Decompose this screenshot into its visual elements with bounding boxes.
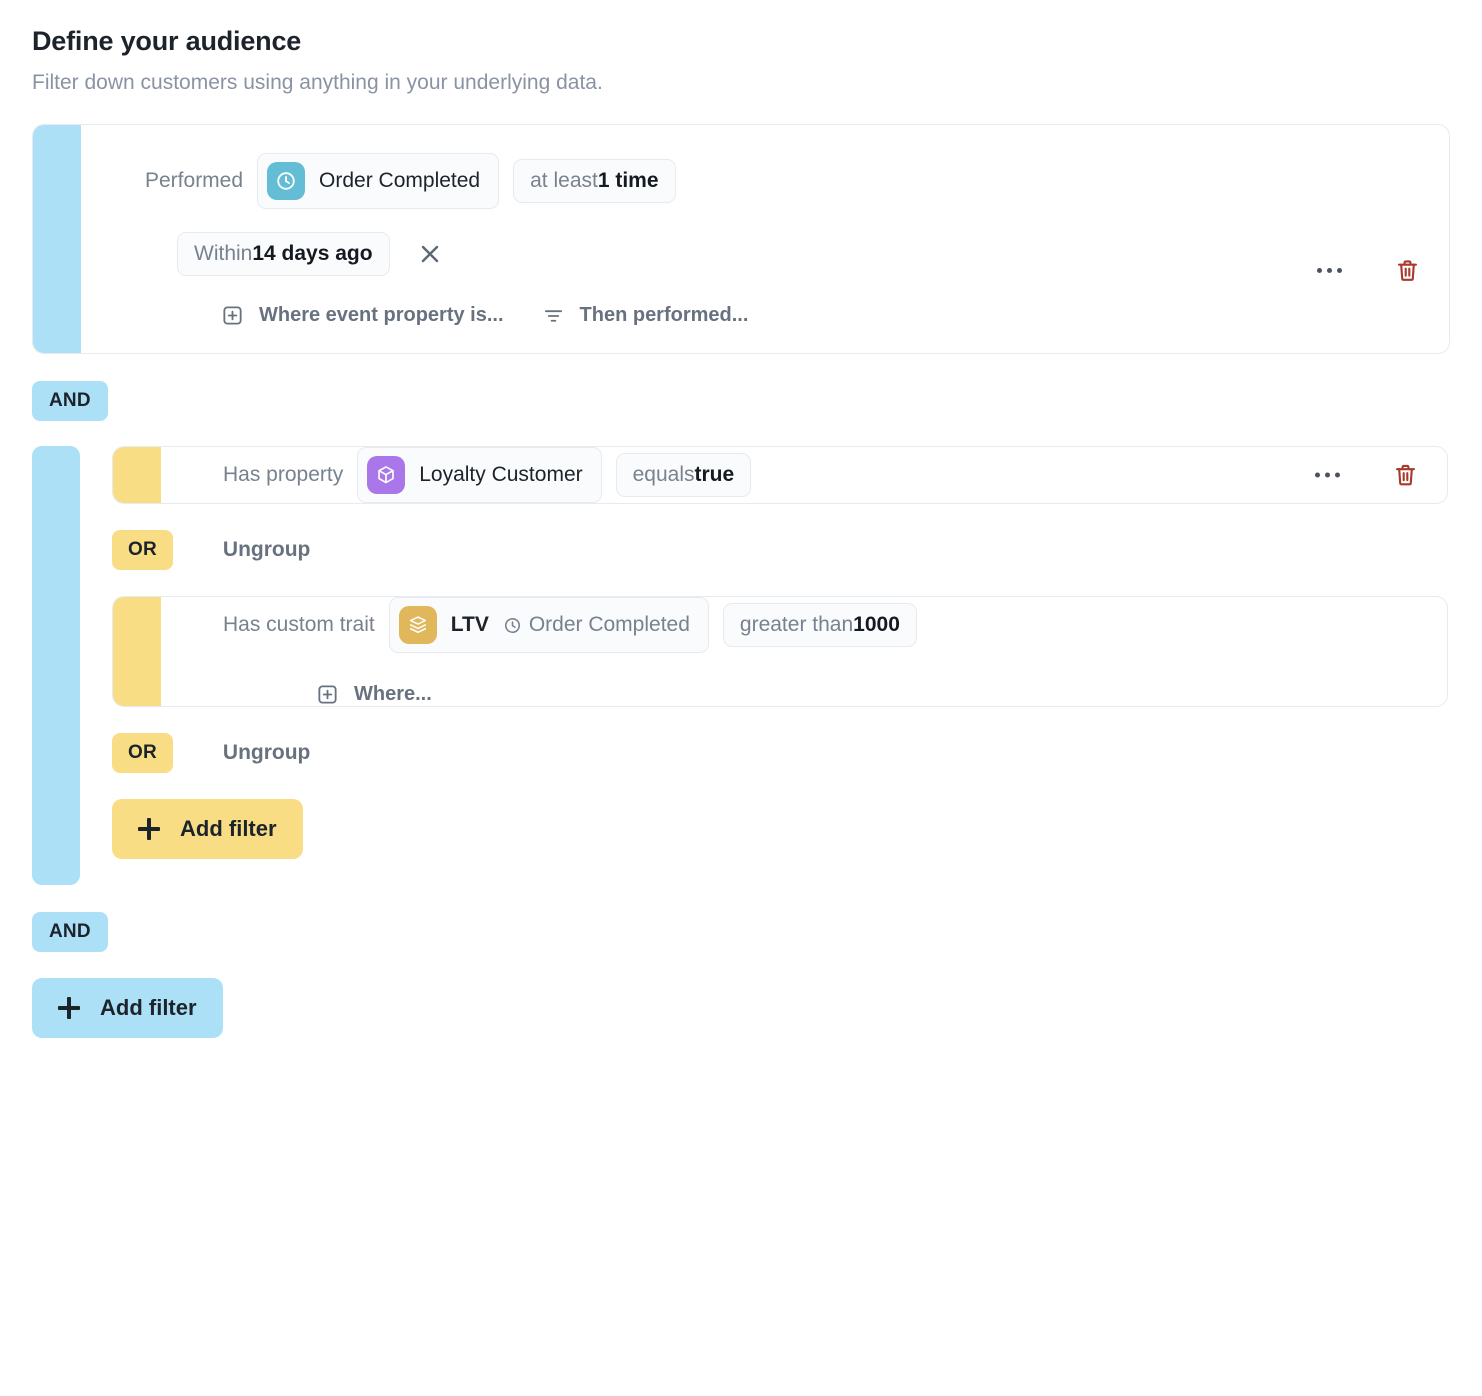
add-filter-label: Add filter bbox=[100, 995, 197, 1021]
ungroup-action-2[interactable]: Ungroup bbox=[223, 741, 310, 765]
event-selector-pill[interactable]: Order Completed bbox=[257, 153, 499, 209]
filter-group-inner: Has property Loyalty Customer bbox=[80, 446, 1450, 885]
filter-card-body: Has custom trait LTV bbox=[161, 597, 1447, 706]
filter-rail-yellow bbox=[113, 597, 161, 706]
where-action[interactable]: Where... bbox=[316, 683, 432, 706]
performed-row-controls bbox=[1317, 257, 1421, 284]
trait-source: Order Completed bbox=[503, 613, 690, 637]
page-subtitle: Filter down customers using anything in … bbox=[32, 70, 1482, 96]
group-add-filter-wrap: Add filter bbox=[112, 799, 1450, 859]
filter-card-has-custom-trait: Has custom trait LTV bbox=[112, 596, 1448, 707]
property-operator-prefix: equals bbox=[633, 463, 695, 487]
filter-group: Has property Loyalty Customer bbox=[32, 446, 1450, 885]
connector-or-1: OR Ungroup bbox=[112, 530, 1450, 570]
trait-name: LTV bbox=[451, 613, 489, 637]
or-badge[interactable]: OR bbox=[112, 733, 173, 773]
timeframe-row: Within 14 days ago bbox=[81, 232, 1449, 276]
layers-icon bbox=[399, 606, 437, 644]
performed-condition-row: Performed Order Completed at least 1 tim… bbox=[81, 153, 1449, 209]
and-badge[interactable]: AND bbox=[32, 912, 108, 952]
property-selector-pill[interactable]: Loyalty Customer bbox=[357, 447, 601, 503]
filter-card-has-property: Has property Loyalty Customer bbox=[112, 446, 1448, 504]
page-header: Define your audience Filter down custome… bbox=[0, 0, 1482, 96]
clock-icon bbox=[267, 162, 305, 200]
event-count-prefix: at least bbox=[530, 169, 598, 193]
property-operator-value: true bbox=[695, 463, 735, 487]
has-custom-trait-row: Has custom trait LTV bbox=[161, 597, 1447, 653]
where-event-property-label: Where event property is... bbox=[259, 304, 504, 327]
add-filter-label: Add filter bbox=[180, 816, 277, 842]
event-count-pill[interactable]: at least 1 time bbox=[513, 159, 675, 203]
performed-label: Performed bbox=[145, 169, 243, 193]
where-event-property-action[interactable]: Where event property is... bbox=[221, 304, 504, 327]
connector-and-1: AND bbox=[32, 381, 1482, 421]
has-property-row: Has property Loyalty Customer bbox=[161, 447, 1447, 503]
has-property-label: Has property bbox=[223, 463, 343, 487]
ungroup-action-1[interactable]: Ungroup bbox=[223, 538, 310, 562]
or-badge[interactable]: OR bbox=[112, 530, 173, 570]
and-badge[interactable]: AND bbox=[32, 381, 108, 421]
plus-icon bbox=[138, 818, 160, 840]
bottom-add-filter-wrap: Add filter bbox=[32, 978, 1482, 1038]
ellipsis-icon[interactable] bbox=[1315, 473, 1340, 478]
property-operator-pill[interactable]: equals true bbox=[616, 453, 752, 497]
plus-square-icon bbox=[221, 304, 244, 327]
property-name: Loyalty Customer bbox=[419, 463, 582, 487]
connector-or-2: OR Ungroup bbox=[112, 733, 1450, 773]
event-count-value: 1 time bbox=[598, 169, 659, 193]
filter-card-performed: Performed Order Completed at least 1 tim… bbox=[32, 124, 1450, 354]
where-action-label: Where... bbox=[354, 683, 432, 706]
audience-builder-page: Define your audience Filter down custome… bbox=[0, 0, 1482, 1396]
plus-square-icon bbox=[316, 683, 339, 706]
page-title: Define your audience bbox=[32, 24, 1482, 58]
filter-group-rail-blue bbox=[32, 446, 80, 885]
trait-operator-pill[interactable]: greater than 1000 bbox=[723, 603, 917, 647]
filter-rail-yellow bbox=[113, 447, 161, 503]
filter-card-body: Performed Order Completed at least 1 tim… bbox=[81, 125, 1449, 353]
performed-sub-actions: Where event property is... Then performe… bbox=[81, 304, 1449, 327]
plus-icon bbox=[58, 997, 80, 1019]
add-filter-button-group[interactable]: Add filter bbox=[112, 799, 303, 859]
filter-icon bbox=[542, 304, 565, 327]
timeframe-value: 14 days ago bbox=[252, 242, 372, 266]
trait-selector-pill[interactable]: LTV Order Completed bbox=[389, 597, 709, 653]
trash-icon[interactable] bbox=[1392, 462, 1419, 489]
timeframe-pill[interactable]: Within 14 days ago bbox=[177, 232, 390, 276]
clock-icon bbox=[503, 616, 522, 635]
ellipsis-icon[interactable] bbox=[1317, 268, 1342, 273]
trash-icon[interactable] bbox=[1394, 257, 1421, 284]
add-filter-button-root[interactable]: Add filter bbox=[32, 978, 223, 1038]
trait-operator-prefix: greater than bbox=[740, 613, 853, 637]
has-custom-trait-label: Has custom trait bbox=[223, 613, 375, 637]
has-property-row-controls bbox=[1315, 462, 1419, 489]
then-performed-action[interactable]: Then performed... bbox=[542, 304, 749, 327]
event-name: Order Completed bbox=[319, 169, 480, 193]
connector-and-2: AND bbox=[32, 912, 1482, 952]
timeframe-prefix: Within bbox=[194, 242, 252, 266]
trait-source-label: Order Completed bbox=[529, 613, 690, 637]
trait-sub-actions: Where... bbox=[161, 683, 1447, 706]
close-icon[interactable] bbox=[416, 240, 444, 268]
filter-rail-blue bbox=[33, 125, 81, 353]
filter-card-body: Has property Loyalty Customer bbox=[161, 447, 1447, 503]
then-performed-label: Then performed... bbox=[580, 304, 749, 327]
cube-icon bbox=[367, 456, 405, 494]
trait-operator-value: 1000 bbox=[853, 613, 900, 637]
